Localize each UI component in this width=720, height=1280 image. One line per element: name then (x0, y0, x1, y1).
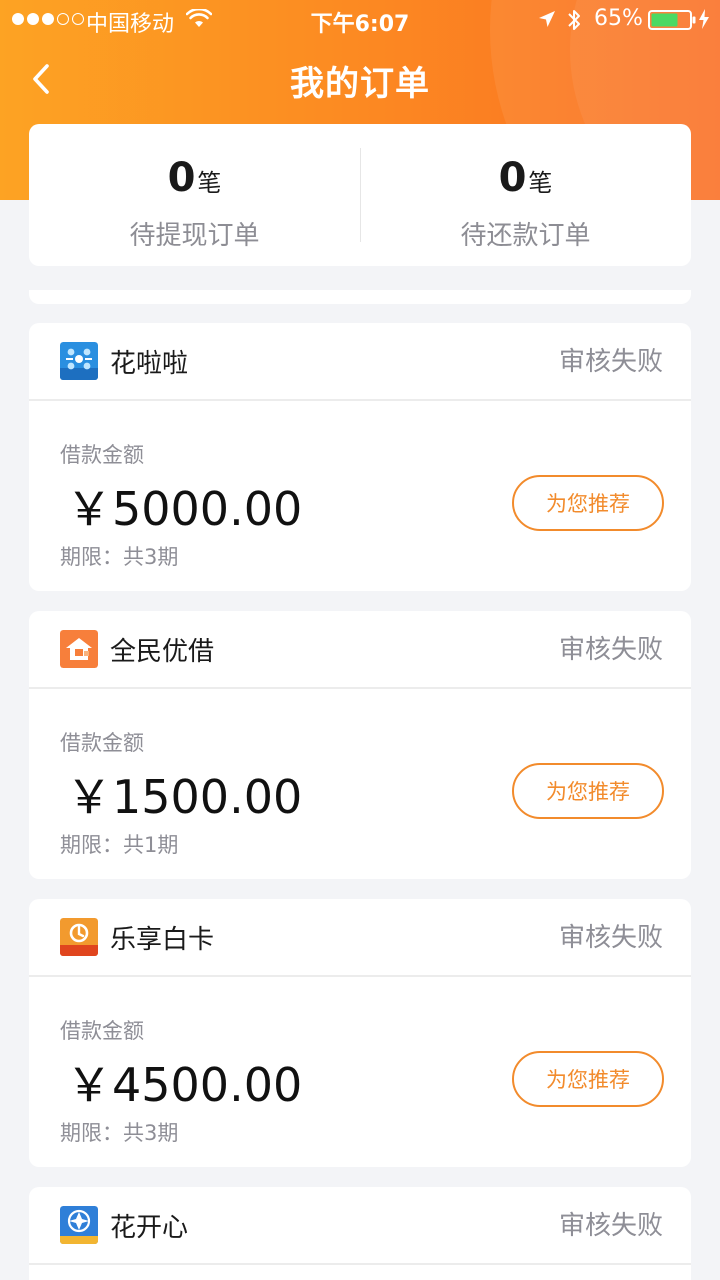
list-top-edge (29, 290, 691, 304)
pending-repayment-summary[interactable]: 0笔 待还款订单 (360, 124, 691, 266)
status-bar: 中国移动 下午6:07 65% (0, 0, 720, 40)
review-status: 审核失败 (558, 347, 663, 377)
battery-percentage: 65% (594, 6, 643, 31)
order-card-header: 花开心 审核失败 (29, 1187, 691, 1265)
order-card[interactable]: 乐享白卡 审核失败 借款金额 ￥4500.00 期限：共3期 为您推荐 (29, 899, 691, 1167)
loan-amount-label: 借款金额 (60, 731, 144, 755)
page-title: 我的订单 (290, 64, 430, 104)
pending-repayment-label: 待还款订单 (460, 221, 591, 251)
count-unit: 笔 (197, 169, 222, 197)
huakaixin-logo-icon (60, 1206, 98, 1244)
order-card[interactable]: 全民优借 审核失败 借款金额 ￥1500.00 期限：共1期 为您推荐 (29, 611, 691, 879)
recommend-button[interactable]: 为您推荐 (512, 763, 664, 819)
recommend-button[interactable]: 为您推荐 (512, 475, 664, 531)
order-card[interactable]: 花啦啦 审核失败 借款金额 ￥5000.00 期限：共3期 为您推荐 (29, 323, 691, 591)
review-status: 审核失败 (558, 635, 663, 665)
pending-withdrawal-summary[interactable]: 0笔 待提现订单 (29, 124, 360, 266)
app-name: 乐享白卡 (110, 925, 215, 955)
bluetooth-icon (568, 10, 580, 30)
order-card-header: 乐享白卡 审核失败 (29, 899, 691, 977)
loan-amount-label: 借款金额 (60, 443, 144, 467)
review-status: 审核失败 (558, 923, 663, 953)
quanmin-logo-icon (60, 630, 98, 668)
navigation-bar: 我的订单 (0, 48, 720, 112)
order-summary-card: 0笔 待提现订单 0笔 待还款订单 (29, 124, 691, 266)
pending-repayment-count: 0 (498, 155, 527, 201)
order-card-header: 花啦啦 审核失败 (29, 323, 691, 401)
pending-withdrawal-count: 0 (167, 155, 196, 201)
loan-term: 期限：共1期 (60, 833, 179, 857)
pending-withdrawal-label: 待提现订单 (129, 221, 260, 251)
charging-bolt-icon (699, 9, 709, 29)
loan-amount: ￥4500.00 (66, 1058, 303, 1112)
lexiang-logo-icon (60, 918, 98, 956)
review-status: 审核失败 (558, 1211, 663, 1241)
location-arrow-icon (539, 11, 555, 27)
loan-amount: ￥5000.00 (66, 482, 303, 536)
app-name: 全民优借 (110, 637, 215, 667)
hualala-logo-icon (60, 342, 98, 380)
loan-term: 期限：共3期 (60, 1121, 179, 1145)
loan-term: 期限：共3期 (60, 545, 179, 569)
recommend-button[interactable]: 为您推荐 (512, 1051, 664, 1107)
order-card[interactable]: 花开心 审核失败 (29, 1187, 691, 1280)
battery-icon (648, 10, 696, 30)
loan-amount: ￥1500.00 (66, 770, 303, 824)
app-name: 花开心 (110, 1213, 189, 1243)
count-unit: 笔 (528, 169, 553, 197)
order-card-header: 全民优借 审核失败 (29, 611, 691, 689)
app-name: 花啦啦 (110, 349, 189, 379)
loan-amount-label: 借款金额 (60, 1019, 144, 1043)
